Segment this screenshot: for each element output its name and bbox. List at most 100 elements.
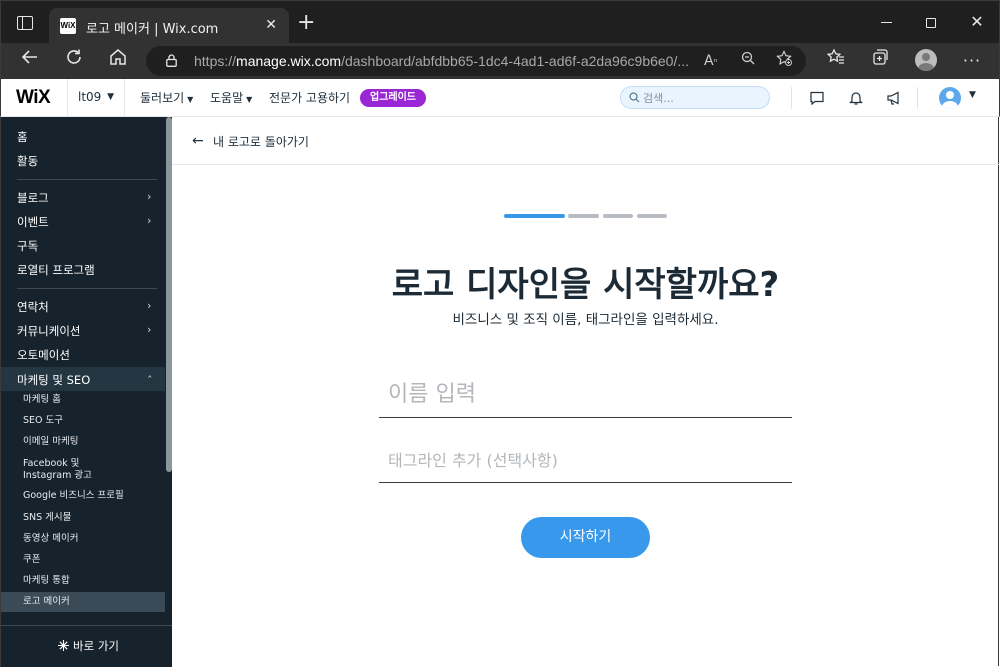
chevron-right-icon: › bbox=[147, 214, 152, 227]
sidebar: 홈 활동 블로그 › 이벤트 › 구독 로열티 프로그램 연락처 › 커뮤니케이션 › … bbox=[0, 117, 172, 667]
sidebar-item-label: 커뮤니케이션 bbox=[17, 324, 81, 338]
sidebar-item-communications[interactable]: 커뮤니케이션 › bbox=[17, 323, 151, 339]
sidebar-subitem-seo-tools[interactable]: SEO 도구 bbox=[23, 415, 63, 427]
progress-step bbox=[568, 214, 599, 218]
chevron-right-icon: › bbox=[147, 190, 152, 203]
sidebar-item-loyalty[interactable]: 로열티 프로그램 bbox=[17, 262, 95, 278]
sidebar-subitem-marketing-home[interactable]: 마케팅 홈 bbox=[23, 394, 61, 406]
search-icon bbox=[629, 92, 640, 103]
chevron-right-icon: › bbox=[147, 299, 152, 312]
nav-explore[interactable]: 둘러보기 ▼ bbox=[140, 89, 193, 106]
new-tab-icon[interactable]: + bbox=[297, 11, 315, 35]
home-icon[interactable] bbox=[105, 48, 131, 74]
sidebar-subitem-facebook-ads-line2[interactable]: Instagram 광고 bbox=[23, 470, 92, 482]
url-text[interactable]: https://manage.wix.com/dashboard/abfdbb6… bbox=[194, 53, 699, 69]
site-name: lt09 bbox=[78, 90, 102, 104]
avatar[interactable] bbox=[939, 87, 961, 109]
nav-hire-label: 전문가 고용하기 bbox=[269, 91, 351, 105]
start-button[interactable]: 시작하기 bbox=[521, 517, 650, 558]
url-prefix: https:// bbox=[194, 53, 237, 69]
quick-access-button[interactable]: 바로 가기 bbox=[1, 625, 172, 667]
sparkle-icon bbox=[58, 640, 69, 651]
chevron-down-icon: ▼ bbox=[246, 95, 253, 104]
business-name-input[interactable] bbox=[379, 371, 792, 418]
bell-icon[interactable] bbox=[848, 90, 864, 106]
sidebar-subitem-video-maker[interactable]: 동영상 메이커 bbox=[23, 533, 78, 545]
progress-step bbox=[504, 214, 565, 218]
tab-title: 로고 메이커 | Wix.com bbox=[86, 22, 219, 37]
chevron-down-icon: ▼ bbox=[107, 92, 114, 102]
megaphone-icon[interactable] bbox=[886, 90, 902, 106]
sidebar-item-label: 구독 bbox=[17, 239, 39, 253]
window-icon[interactable] bbox=[17, 16, 33, 30]
lock-icon[interactable] bbox=[166, 54, 177, 67]
nav-hire-expert[interactable]: 전문가 고용하기 bbox=[269, 89, 350, 106]
browser-tab[interactable]: WiX 로고 메이커 | Wix.com ✕ bbox=[49, 8, 289, 44]
sidebar-item-label: 활동 bbox=[17, 154, 39, 168]
chevron-up-icon: ˆ bbox=[147, 374, 153, 387]
sidebar-item-subscriptions[interactable]: 구독 bbox=[17, 238, 38, 254]
sidebar-item-label: 로열티 프로그램 bbox=[17, 263, 95, 277]
page-subtitle: 비즈니스 및 조직 이름, 태그라인을 입력하세요. bbox=[452, 312, 719, 328]
divider bbox=[917, 87, 918, 109]
main-content: ← 내 로고로 돌아가기 로고 디자인을 시작할까요? 비즈니스 및 조직 이름… bbox=[172, 117, 999, 666]
back-to-logos-link[interactable]: 내 로고로 돌아가기 bbox=[213, 133, 309, 150]
sidebar-item-automations[interactable]: 오토메이션 bbox=[17, 347, 70, 363]
divider bbox=[17, 179, 157, 180]
address-bar[interactable]: https://manage.wix.com/dashboard/abfdbb6… bbox=[146, 46, 806, 76]
minimize-icon[interactable] bbox=[871, 11, 901, 35]
divider bbox=[791, 87, 792, 109]
tagline-input[interactable] bbox=[379, 438, 792, 483]
profile-icon[interactable] bbox=[915, 49, 937, 71]
add-favorite-icon[interactable] bbox=[776, 50, 792, 73]
refresh-icon[interactable] bbox=[61, 48, 87, 74]
sidebar-item-activity[interactable]: 활동 bbox=[17, 153, 38, 169]
upgrade-button[interactable]: 업그레이드 bbox=[360, 89, 426, 107]
browser-titlebar: WiX 로고 메이커 | Wix.com ✕ + ✕ bbox=[0, 0, 1000, 44]
chat-icon[interactable] bbox=[809, 90, 825, 106]
sidebar-item-contacts[interactable]: 연락처 › bbox=[17, 299, 151, 315]
page-title: 로고 디자인을 시작할까요? bbox=[391, 265, 780, 305]
favorites-icon[interactable] bbox=[823, 48, 849, 74]
close-window-icon[interactable]: ✕ bbox=[962, 11, 992, 35]
progress-step bbox=[637, 214, 667, 218]
close-tab-icon[interactable]: ✕ bbox=[265, 16, 277, 34]
nav-help[interactable]: 도움말 ▼ bbox=[210, 89, 252, 106]
chevron-down-icon[interactable]: ▼ bbox=[969, 90, 976, 100]
back-arrow-icon[interactable]: ← bbox=[192, 133, 204, 149]
sidebar-item-label: 연락처 bbox=[17, 300, 49, 314]
sidebar-subitem-social-posts[interactable]: SNS 게시물 bbox=[23, 512, 71, 524]
sidebar-item-label: 마케팅 및 SEO bbox=[17, 373, 91, 387]
maximize-icon[interactable] bbox=[916, 11, 946, 35]
sidebar-subitem-google-business[interactable]: Google 비즈니스 프로필 bbox=[23, 490, 124, 502]
collections-icon[interactable] bbox=[867, 48, 893, 74]
zoom-icon[interactable] bbox=[741, 50, 755, 72]
sidebar-item-label: 블로그 bbox=[17, 191, 49, 205]
sidebar-item-blog[interactable]: 블로그 › bbox=[17, 190, 151, 206]
wix-top-bar: WiX lt09 ▼ 둘러보기▼ 도움말▼ 전문가 고용하기 업그레이드 ▼ bbox=[0, 79, 1000, 117]
sidebar-subitem-facebook-ads-line1[interactable]: Facebook 및 bbox=[23, 458, 79, 470]
sidebar-subitem-logo-maker[interactable]: 로고 메이커 bbox=[23, 596, 70, 608]
sidebar-subitem-email-marketing[interactable]: 이메일 마케팅 bbox=[23, 436, 78, 448]
search-box[interactable] bbox=[620, 86, 770, 109]
site-selector[interactable]: lt09 ▼ bbox=[67, 79, 125, 116]
sidebar-subitem-coupons[interactable]: 쿠폰 bbox=[23, 554, 40, 566]
sidebar-item-label: 이벤트 bbox=[17, 215, 49, 229]
chevron-down-icon: ▼ bbox=[187, 95, 194, 104]
progress-step bbox=[603, 214, 633, 218]
sidebar-item-label: 오토메이션 bbox=[17, 348, 70, 362]
more-icon[interactable]: ··· bbox=[959, 48, 985, 74]
nav-help-label: 도움말 bbox=[210, 91, 244, 105]
search-input[interactable] bbox=[643, 90, 763, 106]
wix-logo[interactable]: WiX bbox=[16, 87, 51, 109]
sidebar-item-home[interactable]: 홈 bbox=[17, 129, 28, 145]
sidebar-item-events[interactable]: 이벤트 › bbox=[17, 214, 151, 230]
back-icon[interactable] bbox=[17, 48, 43, 74]
read-aloud-icon[interactable]: Aⁿ bbox=[704, 50, 717, 74]
sidebar-subitem-marketing-integrations[interactable]: 마케팅 통합 bbox=[23, 575, 70, 587]
url-path: /dashboard/abfdbb65-1dc4-4ad1-ad6f-a2da9… bbox=[341, 53, 690, 69]
nav-explore-label: 둘러보기 bbox=[140, 91, 185, 105]
sidebar-item-marketing-seo[interactable]: 마케팅 및 SEO ˆ bbox=[17, 372, 153, 388]
url-host: manage.wix.com bbox=[236, 53, 342, 69]
chevron-right-icon: › bbox=[147, 323, 152, 336]
